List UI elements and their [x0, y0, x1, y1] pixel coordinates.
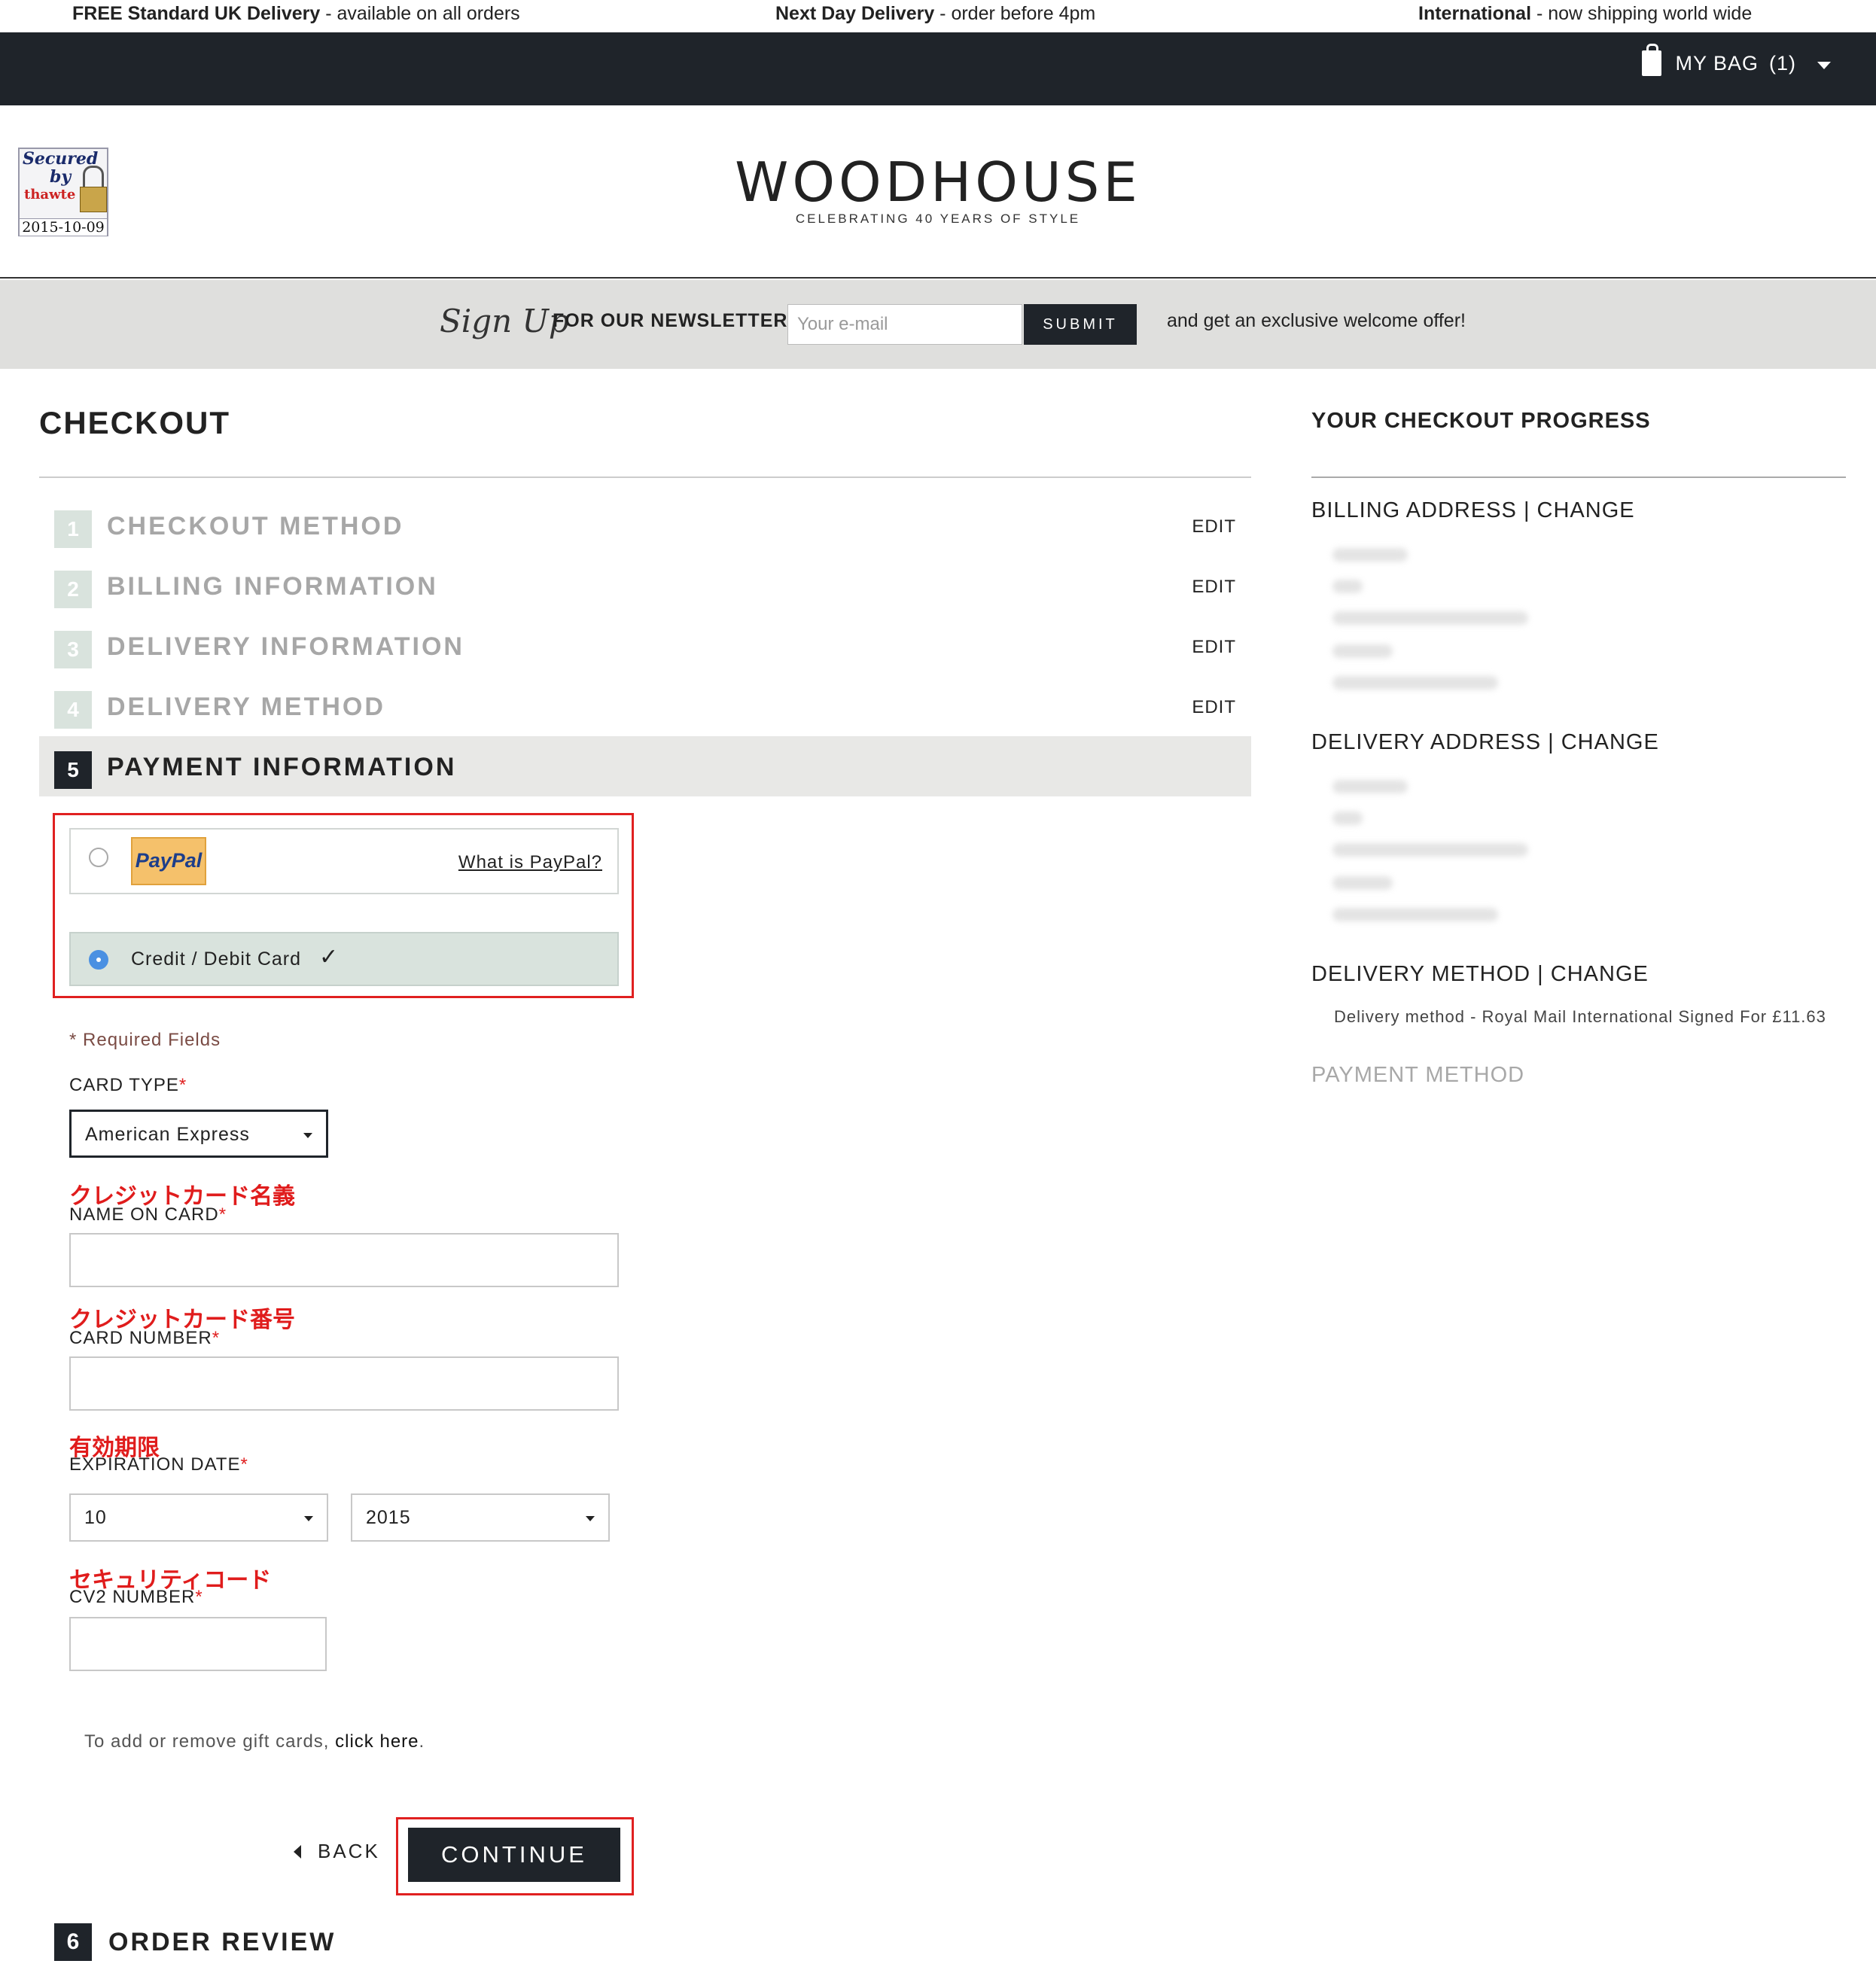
expiration-year-value: 2015: [366, 1507, 411, 1528]
expiration-month-select[interactable]: 10: [69, 1493, 328, 1542]
step-number: 6: [54, 1923, 92, 1961]
page-title: CHECKOUT: [39, 405, 230, 440]
edit-link[interactable]: EDIT: [1192, 516, 1236, 537]
step-label: CHECKOUT METHOD: [107, 512, 404, 540]
edit-link[interactable]: EDIT: [1192, 637, 1236, 658]
redacted-text: [1332, 548, 1408, 562]
site-logo[interactable]: WOODHOUSE: [0, 151, 1876, 214]
promo-international: International - now shipping world wide: [1418, 3, 1753, 24]
divider: [1311, 476, 1846, 478]
newsletter-signup-script: Sign Up: [440, 303, 569, 339]
delivery-address-change-link[interactable]: CHANGE: [1561, 730, 1659, 754]
step-delivery-method: 4 DELIVERY METHOD EDIT: [39, 676, 1251, 736]
step-label: DELIVERY INFORMATION: [107, 632, 464, 661]
expiration-date-label: EXPIRATION DATE*: [69, 1454, 248, 1475]
redacted-text: [1332, 843, 1528, 857]
step-number: 2: [54, 571, 92, 608]
checkout-progress-title: YOUR CHECKOUT PROGRESS: [1311, 409, 1651, 433]
what-is-paypal-link[interactable]: What is PayPal?: [458, 852, 602, 873]
chevron-down-icon: [1817, 62, 1831, 69]
delivery-method-summary: Delivery method - Royal Mail Internation…: [1334, 1007, 1826, 1026]
top-bar: MY BAG (1): [0, 32, 1876, 105]
paypal-logo: PayPal: [131, 837, 206, 885]
newsletter-label: FOR OUR NEWSLETTER: [553, 310, 788, 331]
step-label: BILLING INFORMATION: [107, 572, 438, 601]
payment-method-heading: PAYMENT METHOD: [1311, 1063, 1525, 1087]
redacted-text: [1332, 780, 1408, 793]
billing-address-heading: BILLING ADDRESS | CHANGE: [1311, 498, 1635, 522]
step-number: 4: [54, 691, 92, 729]
bag-count: (1): [1769, 51, 1796, 75]
caret-left-icon: [294, 1844, 301, 1859]
back-label: BACK: [318, 1840, 380, 1862]
paypal-option[interactable]: PayPal What is PayPal?: [69, 828, 619, 894]
promo-strip: FREE Standard UK Delivery - available on…: [0, 0, 1876, 32]
shopping-bag-icon: [1642, 44, 1662, 76]
required-fields-note: * Required Fields: [69, 1030, 221, 1050]
newsletter-offer-text: and get an exclusive welcome offer!: [1167, 310, 1466, 331]
edit-link[interactable]: EDIT: [1192, 697, 1236, 718]
card-type-select[interactable]: American Express: [69, 1110, 328, 1158]
promo-free-delivery: FREE Standard UK Delivery - available on…: [72, 3, 520, 24]
cv2-number-input[interactable]: [69, 1617, 327, 1671]
card-number-input[interactable]: [69, 1356, 619, 1411]
promo-next-day: Next Day Delivery - order before 4pm: [775, 3, 1096, 24]
step-number: 3: [54, 631, 92, 668]
credit-card-label: Credit / Debit Card: [131, 948, 302, 970]
redacted-text: [1332, 611, 1528, 625]
delivery-address-heading: DELIVERY ADDRESS | CHANGE: [1311, 730, 1659, 754]
site-header: Secured by thawte 2015-10-09 WOODHOUSE C…: [0, 105, 1876, 279]
newsletter-submit-button[interactable]: SUBMIT: [1024, 304, 1137, 345]
gift-card-note: To add or remove gift cards, click here.: [84, 1731, 425, 1752]
paypal-radio[interactable]: [89, 848, 108, 867]
step-checkout-method: 1 CHECKOUT METHOD EDIT: [39, 495, 1251, 556]
site-tagline: CELEBRATING 40 YEARS OF STYLE: [795, 212, 1081, 226]
redacted-text: [1332, 876, 1393, 890]
delivery-method-heading: DELIVERY METHOD | CHANGE: [1311, 962, 1649, 986]
continue-button[interactable]: CONTINUE: [408, 1828, 620, 1882]
step-label: ORDER REVIEW: [108, 1928, 337, 1956]
redacted-text: [1332, 908, 1498, 921]
delivery-method-change-link[interactable]: CHANGE: [1551, 962, 1649, 986]
dropdown-caret-icon: [586, 1516, 595, 1521]
redacted-text: [1332, 811, 1363, 825]
step-label: DELIVERY METHOD: [107, 693, 385, 721]
step-label: PAYMENT INFORMATION: [107, 753, 457, 781]
cv2-number-label: CV2 NUMBER*: [69, 1587, 203, 1607]
credit-card-option[interactable]: Credit / Debit Card ✓: [69, 932, 619, 986]
newsletter-bar: Sign Up FOR OUR NEWSLETTER SUBMIT and ge…: [0, 280, 1876, 369]
step-number: 5: [54, 751, 92, 789]
my-bag-button[interactable]: MY BAG (1): [1642, 44, 1831, 76]
expiration-month-value: 10: [84, 1507, 107, 1528]
step-billing-information: 2 BILLING INFORMATION EDIT: [39, 556, 1251, 616]
gift-card-click-here-link[interactable]: click here: [335, 1731, 419, 1752]
card-type-value: American Express: [85, 1124, 250, 1145]
card-number-label: CARD NUMBER*: [69, 1328, 221, 1348]
step-number: 1: [54, 510, 92, 548]
name-on-card-input[interactable]: [69, 1233, 619, 1287]
checkmark-icon: ✓: [319, 945, 339, 970]
dropdown-caret-icon: [303, 1133, 312, 1138]
back-button[interactable]: BACK: [294, 1840, 380, 1863]
divider: [39, 476, 1251, 478]
redacted-text: [1332, 644, 1393, 658]
expiration-year-select[interactable]: 2015: [351, 1493, 610, 1542]
newsletter-email-input[interactable]: [787, 304, 1022, 345]
redacted-text: [1332, 676, 1498, 690]
step-payment-information: 5 PAYMENT INFORMATION: [39, 736, 1251, 796]
name-on-card-label: NAME ON CARD*: [69, 1204, 227, 1225]
card-type-label: CARD TYPE*: [69, 1075, 187, 1095]
billing-change-link[interactable]: CHANGE: [1537, 498, 1635, 522]
redacted-text: [1332, 580, 1363, 593]
credit-card-radio[interactable]: [89, 950, 108, 970]
dropdown-caret-icon: [304, 1516, 313, 1521]
edit-link[interactable]: EDIT: [1192, 577, 1236, 598]
step-delivery-information: 3 DELIVERY INFORMATION EDIT: [39, 616, 1251, 676]
bag-label: MY BAG: [1675, 51, 1759, 75]
